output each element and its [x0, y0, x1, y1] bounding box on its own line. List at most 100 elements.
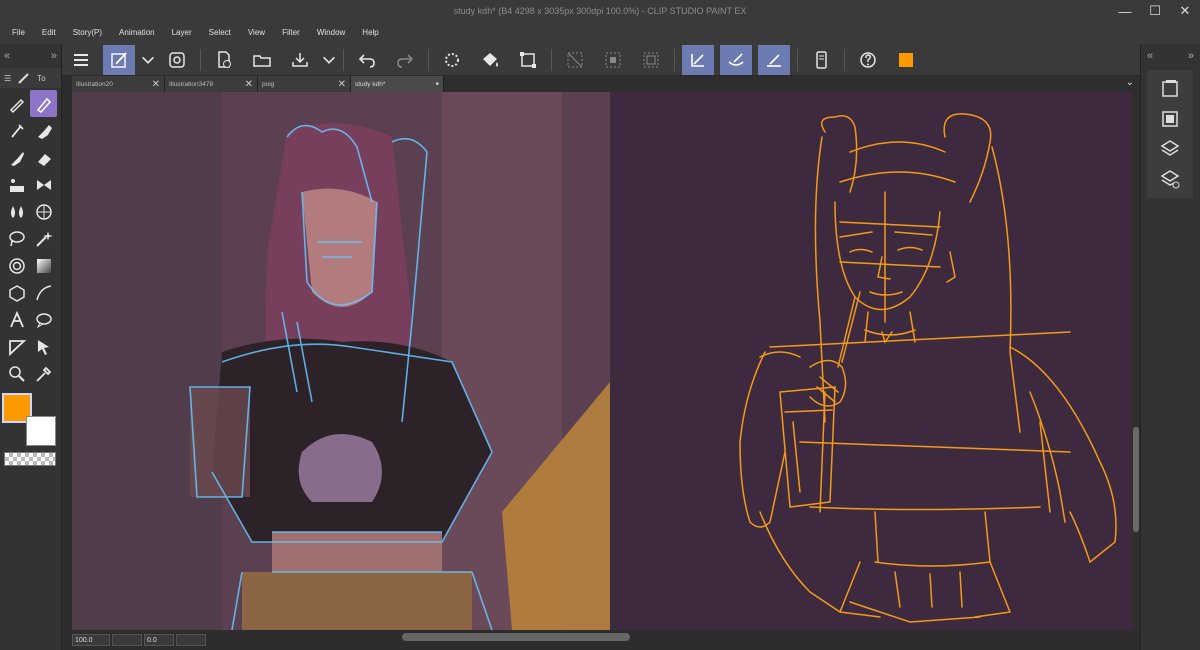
- color-indicator-icon[interactable]: [890, 45, 922, 75]
- command-bar: [62, 44, 1140, 76]
- tab-poig[interactable]: poig ✕: [258, 76, 351, 92]
- tool-panel: « » ☰ To: [0, 44, 62, 650]
- tab-list-chevron-icon[interactable]: ⌄: [1126, 77, 1134, 88]
- sub-color-swatch[interactable]: [26, 416, 56, 446]
- document-tabs: Illustration20 ✕ Illustration3478 ✕ poig…: [72, 76, 1140, 92]
- pen-tool-icon[interactable]: [3, 90, 30, 117]
- save-icon[interactable]: [284, 45, 316, 75]
- pencil-tool-icon[interactable]: [30, 90, 57, 117]
- undo-icon[interactable]: [351, 45, 383, 75]
- crop-transform-icon[interactable]: [512, 45, 544, 75]
- close-tab-icon[interactable]: ✕: [245, 79, 253, 90]
- snap-grid-icon[interactable]: [758, 44, 790, 75]
- loading-icon[interactable]: [436, 45, 468, 75]
- menu-lines-icon[interactable]: ☰: [4, 74, 11, 83]
- decoration-icon[interactable]: [3, 171, 30, 198]
- menu-file[interactable]: File: [6, 22, 31, 44]
- layer-property-icon[interactable]: [1147, 164, 1193, 194]
- zoom-icon[interactable]: [3, 360, 30, 387]
- open-folder-icon[interactable]: [246, 45, 278, 75]
- expand-right-icon[interactable]: »: [1188, 50, 1194, 62]
- separator: [200, 48, 201, 71]
- right-panel-header: « »: [1141, 44, 1200, 68]
- snap-ruler-icon[interactable]: [682, 44, 714, 75]
- tool-grid: [0, 88, 61, 389]
- transparent-color-swatch[interactable]: [4, 452, 56, 466]
- help-icon[interactable]: [852, 45, 884, 75]
- menu-edit[interactable]: Edit: [36, 22, 62, 44]
- snap-special-ruler-icon[interactable]: [720, 44, 752, 75]
- brush-icon[interactable]: [3, 144, 30, 171]
- redo-icon[interactable]: [389, 45, 421, 75]
- tab-label: Illustration20: [76, 80, 113, 88]
- horizontal-scroll-thumb[interactable]: [402, 633, 630, 641]
- spiral-icon[interactable]: [3, 252, 30, 279]
- maximize-button[interactable]: ☐: [1140, 0, 1170, 22]
- edit-mode-icon[interactable]: [103, 44, 135, 75]
- gradient-icon[interactable]: [30, 252, 57, 279]
- sub-view-icon[interactable]: [1147, 104, 1193, 134]
- fountain-pen-icon[interactable]: [3, 117, 30, 144]
- unsaved-dot-icon[interactable]: •: [435, 79, 439, 90]
- smartphone-icon[interactable]: [805, 45, 837, 75]
- reference-image[interactable]: [72, 92, 610, 630]
- grid-icon[interactable]: [30, 198, 57, 225]
- right-panel: « »: [1140, 44, 1200, 650]
- rotation-field[interactable]: 0.0: [144, 634, 174, 646]
- sketch-canvas[interactable]: [610, 92, 1140, 630]
- chevron-down-icon[interactable]: [139, 45, 157, 75]
- vertical-scrollbar[interactable]: [1132, 92, 1140, 630]
- fill-icon[interactable]: [474, 45, 506, 75]
- clip-studio-icon[interactable]: [161, 45, 193, 75]
- expand-left-icon[interactable]: »: [51, 50, 57, 62]
- tab-label: study kdh*: [355, 80, 386, 88]
- menu-view[interactable]: View: [242, 22, 271, 44]
- tab-study-kdh[interactable]: study kdh* •: [351, 76, 444, 92]
- collapse-right-icon[interactable]: «: [1147, 50, 1153, 62]
- zoom-slider[interactable]: [112, 634, 142, 646]
- save-options-chevron-icon[interactable]: [320, 45, 338, 75]
- 3d-object-icon[interactable]: [3, 279, 30, 306]
- collapse-left-icon[interactable]: «: [4, 50, 10, 62]
- text-tool-icon[interactable]: [3, 306, 30, 333]
- speech-balloon-icon[interactable]: [30, 306, 57, 333]
- new-file-icon[interactable]: [208, 45, 240, 75]
- hamburger-menu-icon[interactable]: [65, 45, 97, 75]
- tab-illustration3478[interactable]: Illustration3478 ✕: [165, 76, 258, 92]
- eraser-icon[interactable]: [30, 144, 57, 171]
- deselect-icon[interactable]: [559, 45, 591, 75]
- tab-label: Illustration3478: [169, 80, 214, 88]
- invert-selection-icon[interactable]: [635, 45, 667, 75]
- menu-story[interactable]: Story(P): [67, 22, 108, 44]
- blend-icon[interactable]: [3, 198, 30, 225]
- magic-wand-icon[interactable]: [30, 225, 57, 252]
- brush-tab-icon[interactable]: [17, 71, 31, 85]
- lasso-icon[interactable]: [3, 225, 30, 252]
- navigator-icon[interactable]: [1147, 74, 1193, 104]
- menu-help[interactable]: Help: [356, 22, 384, 44]
- vertical-scroll-thumb[interactable]: [1133, 427, 1139, 532]
- curve-icon[interactable]: [30, 279, 57, 306]
- tool-tabs: ☰ To: [0, 68, 61, 88]
- rotation-slider[interactable]: [176, 634, 206, 646]
- operation-arrow-icon[interactable]: [30, 333, 57, 360]
- menu-select[interactable]: Select: [203, 22, 237, 44]
- marker-icon[interactable]: [30, 117, 57, 144]
- menu-animation[interactable]: Animation: [113, 22, 161, 44]
- tool-tab-label: To: [37, 73, 46, 83]
- ruler-icon[interactable]: [3, 333, 30, 360]
- tab-illustration20[interactable]: Illustration20 ✕: [72, 76, 165, 92]
- canvas-area[interactable]: [72, 92, 1140, 630]
- close-tab-icon[interactable]: ✕: [152, 79, 160, 90]
- menu-filter[interactable]: Filter: [276, 22, 306, 44]
- zoom-field[interactable]: 100.0: [72, 634, 110, 646]
- eyedropper-icon[interactable]: [30, 360, 57, 387]
- menu-window[interactable]: Window: [311, 22, 351, 44]
- clear-selection-icon[interactable]: [597, 45, 629, 75]
- close-tab-icon[interactable]: ✕: [338, 79, 346, 90]
- layers-icon[interactable]: [1147, 134, 1193, 164]
- menu-layer[interactable]: Layer: [166, 22, 198, 44]
- bow-icon[interactable]: [30, 171, 57, 198]
- close-button[interactable]: ✕: [1170, 0, 1200, 22]
- minimize-button[interactable]: —: [1110, 0, 1140, 22]
